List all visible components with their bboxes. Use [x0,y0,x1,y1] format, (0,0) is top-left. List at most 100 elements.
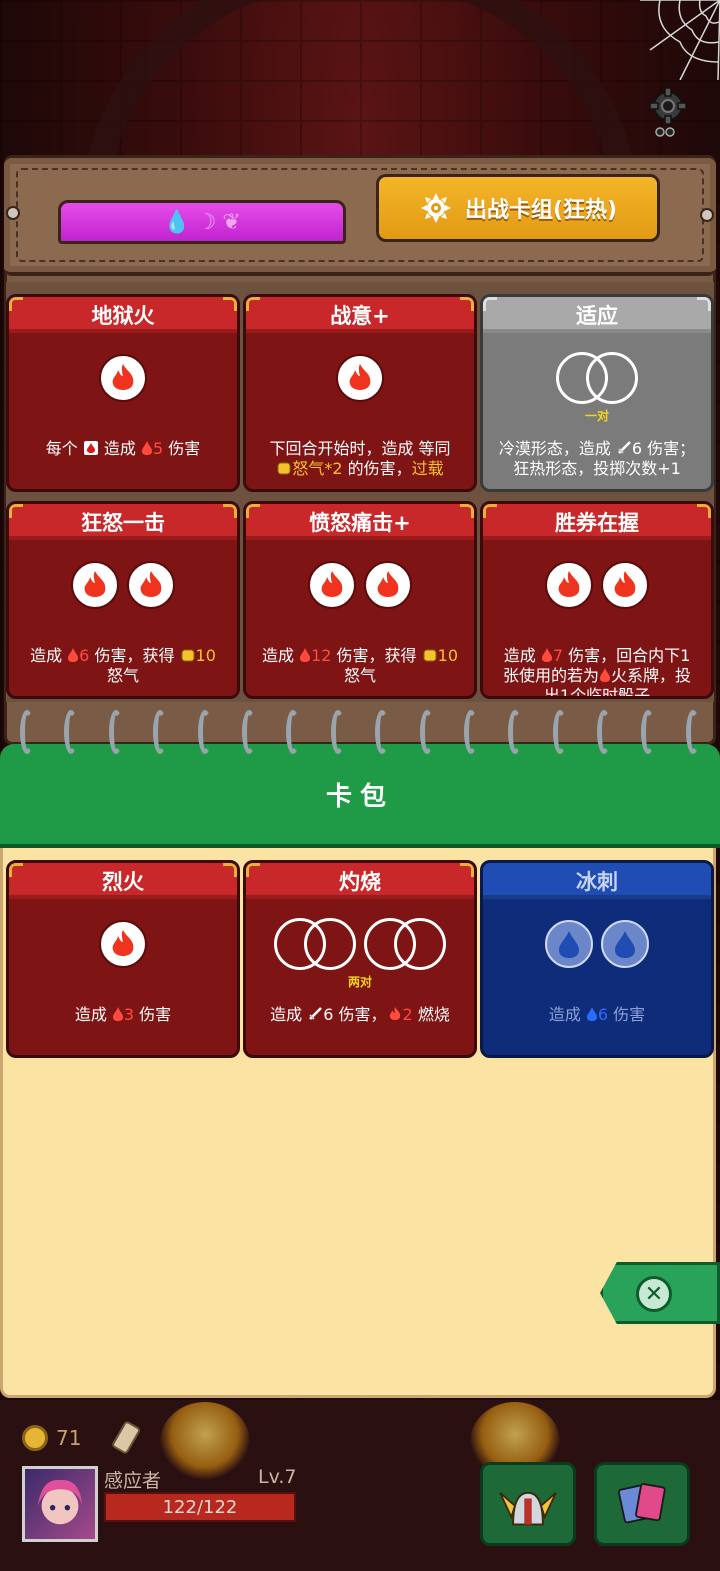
description-text: 伤害 [608,1005,646,1024]
active-deck-button[interactable]: 出战卡组(狂热) [376,174,660,242]
description-text: 6 [597,1005,609,1024]
dice-slots [9,353,237,403]
binder-ring [20,710,34,754]
rivet [6,206,20,220]
empty-die-icon [394,918,446,970]
blood-icon [112,1005,124,1024]
active-deck-label: 出战卡组(狂热) [464,198,618,223]
sword-icon [616,439,632,458]
description-text: 造成 [74,1005,112,1024]
card-corner-ornament [697,297,711,311]
gear-icon[interactable] [648,88,688,138]
binder-ring [508,710,523,754]
card-description: 造成 6 伤害，获得 10 怒气 [9,646,237,686]
water-drop-icon [586,1005,598,1024]
gold-amount: 71 [56,1426,82,1450]
binder-ring [463,710,478,754]
empty-die-icon [304,918,356,970]
pair-label [9,973,237,987]
blood-icon [541,646,553,665]
card[interactable]: 冰刺 造成 6 伤害 [480,860,714,1058]
card-name: 战意+ [330,304,390,328]
card-title: 烈火 [9,863,237,899]
description-text: 造成 [262,646,300,665]
card[interactable]: 灼烧 两对 造成 6 伤害， 2 燃烧 [243,860,477,1058]
equipment-button[interactable] [480,1462,576,1546]
dice-slots [9,919,237,969]
card-title: 战意+ [246,297,474,333]
description-text: 每个 [45,439,83,458]
card[interactable]: 适应 一对 冷漠形态，造成 6 伤害； 狂热形态，投掷次数+1 [480,294,714,492]
card-corner-ornament [246,504,260,518]
description-text: 6 伤害， [323,1005,387,1024]
description-text: 怒气 [106,666,139,685]
description-text: 造成 [503,646,541,665]
description-text: 7 [552,646,563,665]
dice-slots [483,352,711,404]
card-corner-ornament [246,863,260,877]
card-title: 灼烧 [246,863,474,899]
card-description: 造成 6 伤害 [483,1005,711,1025]
blood-square-icon [83,439,99,458]
hp-bar: 122/122 [104,1492,296,1522]
avatar[interactable] [22,1466,98,1542]
description-text: 冷漠形态，造成 [498,439,616,458]
card-corner-ornament [246,297,260,311]
close-icon[interactable]: ✕ [636,1276,672,1312]
description-text: 伤害，获得 [331,646,422,665]
card[interactable]: 地狱火 每个 造成 5 伤害 [6,294,240,492]
card-corner-ornament [697,504,711,518]
pair-label [246,614,474,628]
binder-ring [597,710,612,754]
binder-ring [197,710,212,754]
binder-ring [641,710,656,754]
binder-ring [330,710,345,754]
card-pack-header: 卡包 [0,744,720,848]
card-corner-ornament [460,863,474,877]
pair-label: 一对 [584,409,609,423]
fist-icon [422,646,438,665]
description-text: 怒气 [343,666,376,685]
description-text: 狂热形态，投掷次数+1 [513,459,681,478]
fire-die-icon [127,561,175,609]
card[interactable]: 胜券在握 造成 7 伤害，回合内下1 张使用的若为 火系牌，投 出1个临时骰子 [480,501,714,699]
description-text: 10 [195,646,216,665]
card[interactable]: 狂怒一击 造成 6 伤害，获得 10 怒气 [6,501,240,699]
water-die-icon [545,920,593,968]
card-description: 造成 12 伤害，获得 10 怒气 [246,646,474,686]
winged-helmet-icon [499,1491,557,1526]
card-corner-ornament [460,504,474,518]
description-text: 6 [79,646,90,665]
description-text: 火系牌，投 [611,666,692,685]
card-title: 狂怒一击 [9,504,237,540]
fire-die-icon [601,561,649,609]
card-corner-ornament [460,297,474,311]
description-text: 造成 [98,439,141,458]
pair-label [483,973,711,987]
card-corner-ornament [9,863,23,877]
card-description: 下回合开始时，造成 等同 怒气*2 的伤害，过载 [246,439,474,479]
card-name: 愤怒痛击+ [309,511,411,535]
binder-ring [241,710,256,754]
card-corner-ornament [223,504,237,518]
card[interactable]: 烈火 造成 3 伤害 [6,860,240,1058]
card-title: 胜券在握 [483,504,711,540]
description-text: 燃烧 [412,1005,450,1024]
brazier-decoration [160,1402,250,1482]
player-name: 感应者 [104,1470,162,1492]
fire-die-icon [364,561,412,609]
description-text: 下回合开始时，造成 等同 [269,439,451,458]
element-filter-tab[interactable]: 💧 ☽ ❦ [58,200,346,244]
description-text: 张使用的若为 [502,666,599,685]
card-title: 地狱火 [9,297,237,333]
description-text: 过载 [411,459,444,478]
binder-ring [419,710,434,754]
card[interactable]: 战意+ 下回合开始时，造成 等同 怒气*2 的伤害，过载 [243,294,477,492]
scroll-icon[interactable] [112,1418,142,1458]
card-pack-title: 卡包 [325,781,394,812]
card-corner-ornament [223,297,237,311]
card-name: 胜券在握 [555,511,639,535]
cards-button[interactable] [594,1462,690,1546]
card-name: 烈火 [102,870,144,894]
card[interactable]: 愤怒痛击+ 造成 12 伤害，获得 10 怒气 [243,501,477,699]
